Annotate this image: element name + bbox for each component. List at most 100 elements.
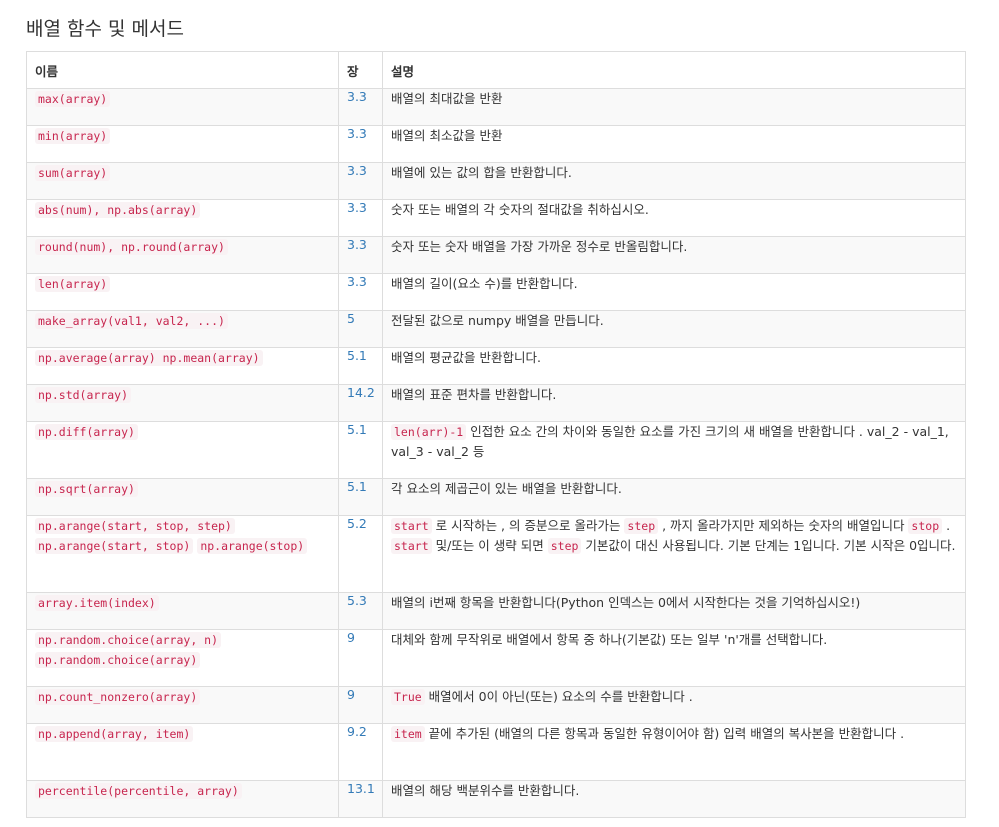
function-signature: make_array(val1, val2, ...) bbox=[35, 313, 228, 329]
description-text: 기본값이 대신 사용됩니다. 기본 단계는 1입니다. 기본 시작은 0입니다. bbox=[581, 538, 956, 553]
table-row: abs(num), np.abs(array) 3.3 숫자 또는 배열의 각 숫자… bbox=[26, 199, 966, 237]
description-text: 배열의 길이(요소 수)를 반환합니다. bbox=[391, 276, 578, 291]
chapter-cell: 9.2 bbox=[338, 723, 383, 781]
table-row: array.item(index) 5.3 배열의 i번째 항목을 반환합니다(Py… bbox=[26, 592, 966, 630]
table-row: np.std(array) 14.2 배열의 표준 편차를 반환합니다. bbox=[26, 384, 966, 422]
description-cell: start 로 시작하는 , 의 증분으로 올라가는 step , 까지 올라가… bbox=[382, 515, 966, 593]
function-name-cell: np.sqrt(array) bbox=[26, 478, 339, 516]
function-signature: np.std(array) bbox=[35, 387, 132, 403]
table-row: percentile(percentile, array) 13.1 배열의 해당 … bbox=[26, 780, 966, 818]
array-functions-table: 이름 장 설명 max(array) 3.3 배열의 최대값을 반환 min(arra… bbox=[26, 51, 966, 818]
chapter-cell: 3.3 bbox=[338, 273, 383, 311]
function-name-cell: array.item(index) bbox=[26, 592, 339, 630]
function-name-cell: abs(num), np.abs(array) bbox=[26, 199, 339, 237]
description-cell: 배열의 길이(요소 수)를 반환합니다. bbox=[382, 273, 966, 311]
chapter-cell: 5.1 bbox=[338, 478, 383, 516]
chapter-cell: 5.2 bbox=[338, 515, 383, 593]
function-name-cell: percentile(percentile, array) bbox=[26, 780, 339, 818]
function-signature: np.append(array, item) bbox=[35, 726, 194, 742]
function-signature: np.diff(array) bbox=[35, 424, 138, 440]
description-text: 배열의 평균값을 반환합니다. bbox=[391, 350, 541, 365]
description-text: 인접한 요소 간의 차이와 동일한 요소를 가진 크기의 새 배열을 반환합니다… bbox=[391, 424, 949, 459]
description-cell: 배열의 최대값을 반환 bbox=[382, 88, 966, 126]
function-name-cell: min(array) bbox=[26, 125, 339, 163]
description-text: 및/또는 이 생략 되면 bbox=[431, 538, 548, 553]
inline-code: start bbox=[391, 518, 432, 534]
description-text: 끝에 추가된 (배열의 다른 항목과 동일한 유형이어야 함) 입력 배열의 복… bbox=[424, 726, 905, 741]
chapter-cell: 3.3 bbox=[338, 236, 383, 274]
description-cell: len(arr)-1 인접한 요소 간의 차이와 동일한 요소를 가진 크기의 … bbox=[382, 421, 966, 479]
description-text: 배열의 표준 편차를 반환합니다. bbox=[391, 387, 557, 402]
function-name-cell: round(num), np.round(array) bbox=[26, 236, 339, 274]
table-header-row: 이름 장 설명 bbox=[26, 51, 966, 89]
chapter-cell: 14.2 bbox=[338, 384, 383, 422]
table-row: len(array) 3.3 배열의 길이(요소 수)를 반환합니다. bbox=[26, 273, 966, 311]
function-name-cell: make_array(val1, val2, ...) bbox=[26, 310, 339, 348]
table-row: np.diff(array) 5.1 len(arr)-1 인접한 요소 간의 차이… bbox=[26, 421, 966, 479]
chapter-cell: 3.3 bbox=[338, 125, 383, 163]
table-row: np.random.choice(array, n) np.random.choi… bbox=[26, 629, 966, 687]
description-cell: 배열의 해당 백분위수를 반환합니다. bbox=[382, 780, 966, 818]
inline-code: start bbox=[391, 538, 432, 554]
function-name-cell: len(array) bbox=[26, 273, 339, 311]
description-cell: 대체와 함께 무작위로 배열에서 항목 중 하나(기본값) 또는 일부 'n'개… bbox=[382, 629, 966, 687]
function-name-cell: np.std(array) bbox=[26, 384, 339, 422]
description-text: 숫자 또는 숫자 배열을 가장 가까운 정수로 반올림합니다. bbox=[391, 239, 688, 254]
table-row: round(num), np.round(array) 3.3 숫자 또는 숫자 배… bbox=[26, 236, 966, 274]
function-signature: len(array) bbox=[35, 276, 111, 292]
table-row: min(array) 3.3 배열의 최소값을 반환 bbox=[26, 125, 966, 163]
chapter-cell: 9 bbox=[338, 629, 383, 687]
description-text: 배열에 있는 값의 합을 반환합니다. bbox=[391, 165, 572, 180]
function-signature: np.sqrt(array) bbox=[35, 481, 138, 497]
table-row: np.arange(start, stop, step) np.arange(st… bbox=[26, 515, 966, 593]
description-text: , 까지 올라가지만 제외하는 숫자의 배열입니다 bbox=[658, 518, 909, 533]
description-text: . bbox=[942, 518, 951, 533]
description-text: 로 시작하는 , 의 증분으로 올라가는 bbox=[431, 518, 625, 533]
description-text: 배열에서 0이 아닌(또는) 요소의 수를 반환합니다 . bbox=[424, 689, 693, 704]
inline-code: True bbox=[391, 689, 425, 705]
chapter-cell: 3.3 bbox=[338, 199, 383, 237]
description-cell: 숫자 또는 숫자 배열을 가장 가까운 정수로 반올림합니다. bbox=[382, 236, 966, 274]
inline-code: item bbox=[391, 726, 425, 742]
description-cell: 배열에 있는 값의 합을 반환합니다. bbox=[382, 162, 966, 200]
function-signature: np.average(array) np.mean(array) bbox=[35, 350, 263, 366]
function-signature: np.arange(start, stop) bbox=[35, 538, 194, 554]
function-name-cell: np.count_nonzero(array) bbox=[26, 686, 339, 724]
function-name-cell: np.arange(start, stop, step) np.arange(st… bbox=[26, 515, 339, 593]
description-cell: 배열의 평균값을 반환합니다. bbox=[382, 347, 966, 385]
page-title: 배열 함수 및 메서드 bbox=[26, 18, 184, 40]
function-name-cell: np.diff(array) bbox=[26, 421, 339, 479]
function-signature: np.arange(start, stop, step) bbox=[35, 518, 235, 534]
description-cell: True 배열에서 0이 아닌(또는) 요소의 수를 반환합니다 . bbox=[382, 686, 966, 724]
table-row: np.count_nonzero(array) 9 True 배열에서 0이 아닌(… bbox=[26, 686, 966, 724]
description-cell: 숫자 또는 배열의 각 숫자의 절대값을 취하십시오. bbox=[382, 199, 966, 237]
description-cell: item 끝에 추가된 (배열의 다른 항목과 동일한 유형이어야 함) 입력 … bbox=[382, 723, 966, 781]
function-signature: np.random.choice(array) bbox=[35, 652, 201, 668]
header-description: 설명 bbox=[382, 51, 966, 89]
table-row: np.average(array) np.mean(array) 5.1 배열의 평… bbox=[26, 347, 966, 385]
description-text: 대체와 함께 무작위로 배열에서 항목 중 하나(기본값) 또는 일부 'n'개… bbox=[391, 632, 828, 647]
chapter-cell: 3.3 bbox=[338, 88, 383, 126]
function-signature: sum(array) bbox=[35, 165, 111, 181]
chapter-cell: 5 bbox=[338, 310, 383, 348]
inline-code: step bbox=[547, 538, 582, 554]
description-cell: 전달된 값으로 numpy 배열을 만듭니다. bbox=[382, 310, 966, 348]
inline-code: len(arr)-1 bbox=[391, 424, 467, 440]
function-signature: array.item(index) bbox=[35, 595, 159, 611]
function-name-cell: max(array) bbox=[26, 88, 339, 126]
description-cell: 배열의 i번째 항목을 반환합니다(Python 인덱스는 0에서 시작한다는 … bbox=[382, 592, 966, 630]
chapter-cell: 9 bbox=[338, 686, 383, 724]
description-text: 배열의 i번째 항목을 반환합니다(Python 인덱스는 0에서 시작한다는 … bbox=[391, 595, 861, 610]
table-row: make_array(val1, val2, ...) 5 전달된 값으로 nump… bbox=[26, 310, 966, 348]
function-name-cell: np.average(array) np.mean(array) bbox=[26, 347, 339, 385]
description-cell: 각 요소의 제곱근이 있는 배열을 반환합니다. bbox=[382, 478, 966, 516]
function-signature: np.random.choice(array, n) bbox=[35, 632, 222, 648]
function-signature: np.arange(stop) bbox=[197, 538, 308, 554]
function-signature: abs(num), np.abs(array) bbox=[35, 202, 201, 218]
description-cell: 배열의 최소값을 반환 bbox=[382, 125, 966, 163]
function-signature: max(array) bbox=[35, 91, 111, 107]
table-row: sum(array) 3.3 배열에 있는 값의 합을 반환합니다. bbox=[26, 162, 966, 200]
description-text: 각 요소의 제곱근이 있는 배열을 반환합니다. bbox=[391, 481, 622, 496]
function-signature: min(array) bbox=[35, 128, 111, 144]
chapter-cell: 5.3 bbox=[338, 592, 383, 630]
